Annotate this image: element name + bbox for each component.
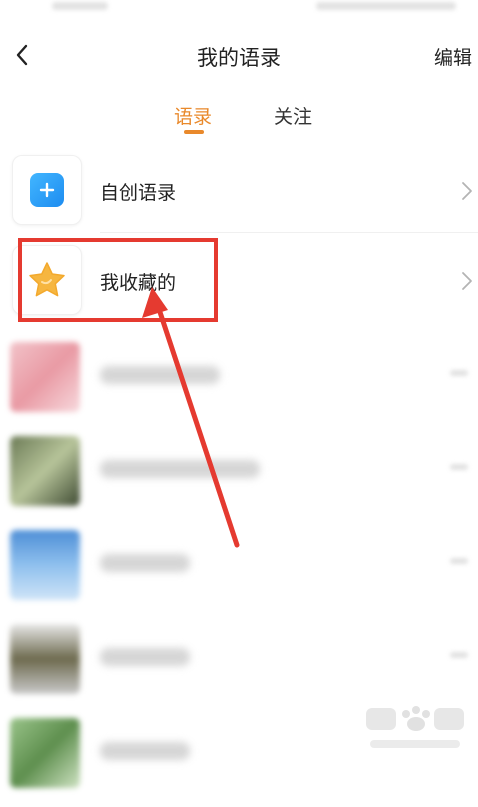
list-item[interactable]: [0, 618, 478, 713]
chevron-right-icon: [462, 272, 472, 290]
star-icon: [29, 262, 65, 297]
list-item-label: 自创语录: [100, 182, 177, 204]
list-item[interactable]: [0, 336, 478, 431]
list-item[interactable]: [0, 430, 478, 525]
tab-active-indicator: [184, 130, 204, 134]
plus-icon-tile: [30, 173, 64, 207]
list-item-label: [100, 460, 260, 478]
list-item-label: [100, 742, 190, 760]
list-item-self-created[interactable]: 自创语录: [0, 146, 478, 238]
list-item-thumb: [10, 718, 80, 788]
list-item-favorites[interactable]: 我收藏的: [0, 236, 478, 328]
page-title: 我的语录: [197, 46, 281, 70]
list-item-thumb: [10, 530, 80, 600]
list-item-thumb: [10, 624, 80, 694]
more-icon: [450, 464, 468, 470]
chevron-right-icon: [462, 182, 472, 200]
plus-icon: [39, 182, 55, 198]
watermark-logo: [366, 706, 464, 748]
tab-quotes[interactable]: 语录: [174, 102, 212, 129]
list-item-label: [100, 366, 220, 384]
more-icon: [450, 370, 468, 376]
more-icon: [450, 558, 468, 564]
list-item-label: [100, 554, 190, 572]
list-item-thumb: [10, 436, 80, 506]
more-icon: [450, 652, 468, 658]
list-item-thumb: [12, 155, 82, 225]
tab-bar: 语录 关注: [0, 96, 478, 140]
list-item-thumb: [12, 245, 82, 315]
list-item-label: [100, 648, 190, 666]
tab-follow[interactable]: 关注: [274, 102, 312, 129]
list-item-thumb: [10, 342, 80, 412]
edit-button[interactable]: 编辑: [434, 43, 472, 70]
list-item[interactable]: [0, 524, 478, 619]
divider: [100, 232, 478, 233]
header: 我的语录 编辑: [0, 30, 478, 80]
status-bar: [0, 0, 478, 18]
list-item-label: 我收藏的: [100, 272, 177, 294]
